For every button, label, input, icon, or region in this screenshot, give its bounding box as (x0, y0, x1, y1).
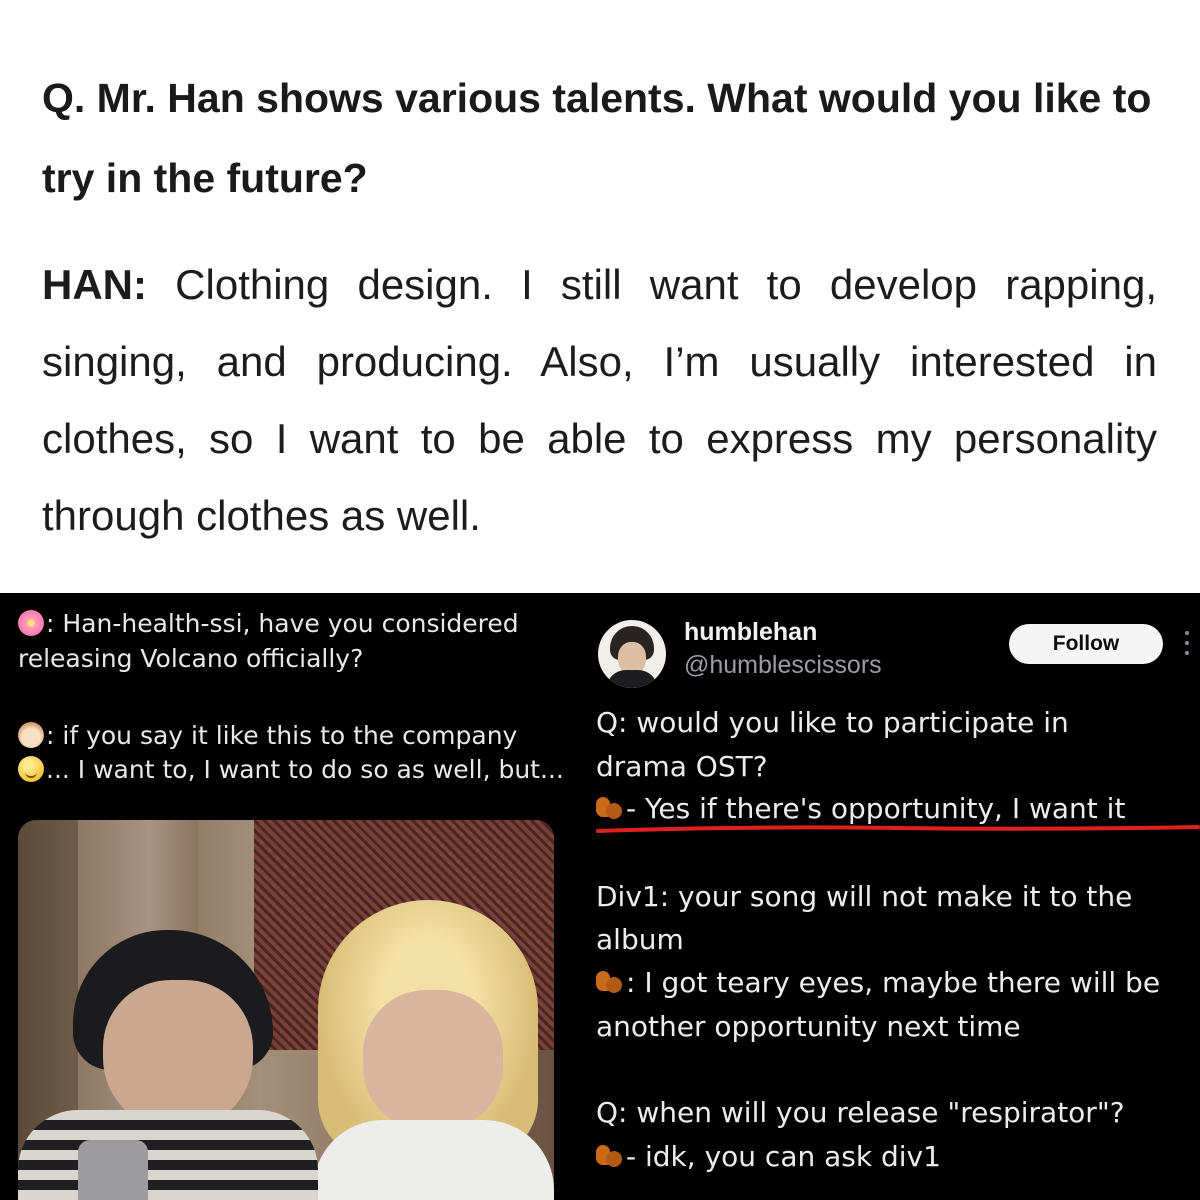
tweet-line-9: - idk, you can ask div1 (596, 1137, 941, 1177)
more-options-icon[interactable] (1184, 631, 1190, 661)
person-left-shirt (18, 1110, 318, 1200)
interview-answer: HAN: Clothing design. I still want to de… (42, 246, 1157, 554)
interview-question: Q. Mr. Han shows various talents. What w… (42, 75, 1152, 201)
tweet-line-6: : I got teary eyes, maybe there will be (596, 963, 1160, 1003)
chat-line-2: releasing Volcano officially? (18, 642, 363, 676)
chat-line-4: ... I want to, I want to do so as well, … (18, 753, 564, 787)
video-frame[interactable] (18, 820, 554, 1200)
answer-text: Clothing design. I still want to develop… (42, 261, 1157, 539)
chat-line-3: : if you say it like this to the company (18, 719, 517, 753)
tweet-text-6: : I got teary eyes, maybe there will be (626, 966, 1161, 999)
red-underline-mark (596, 825, 1200, 833)
person-left-face (103, 980, 253, 1130)
tweet-line-2: drama OST? (596, 750, 768, 783)
smile-icon (18, 756, 44, 782)
chat-text-4: ... I want to, I want to do so as well, … (46, 755, 564, 784)
chat-text-3: : if you say it like this to the company (46, 721, 518, 750)
person-right-face (363, 990, 503, 1130)
follow-button[interactable]: Follow (1009, 624, 1163, 664)
person-right-shirt (313, 1120, 554, 1200)
tweet-text-9: - idk, you can ask div1 (626, 1140, 941, 1173)
live-chat-panel: : Han-health-ssi, have you considered re… (0, 593, 586, 1200)
tweet-line-8: Q: when will you release "respirator"? (596, 1096, 1125, 1129)
tweet-panel: humblehan @humblescissors Follow Q: woul… (586, 593, 1200, 1200)
squirrel-icon (596, 795, 624, 821)
tweet-line-4: Div1: your song will not make it to the (596, 880, 1133, 913)
speaker-label: HAN: (42, 261, 147, 308)
tweet-text-3: - Yes if there's opportunity, I want it (626, 792, 1126, 825)
flower-icon (18, 610, 44, 636)
avatar[interactable] (598, 620, 666, 688)
squirrel-icon (596, 1143, 624, 1169)
avatar-body (606, 670, 658, 688)
tweet-line-7: another opportunity next time (596, 1010, 1021, 1043)
tweet-line-1: Q: would you like to participate in (596, 706, 1069, 739)
tweet-line-5: album (596, 923, 684, 956)
squirrel-icon (596, 969, 624, 995)
chat-text-1: : Han-health-ssi, have you considered (46, 609, 519, 638)
display-name[interactable]: humblehan (684, 615, 817, 649)
hamster-icon (18, 722, 44, 748)
phone (78, 1140, 148, 1200)
chat-text-2: releasing Volcano officially? (18, 644, 364, 673)
chat-line-1: : Han-health-ssi, have you considered (18, 607, 519, 641)
user-handle[interactable]: @humblescissors (684, 648, 882, 682)
interview-panel: Q. Mr. Han shows various talents. What w… (0, 0, 1200, 590)
